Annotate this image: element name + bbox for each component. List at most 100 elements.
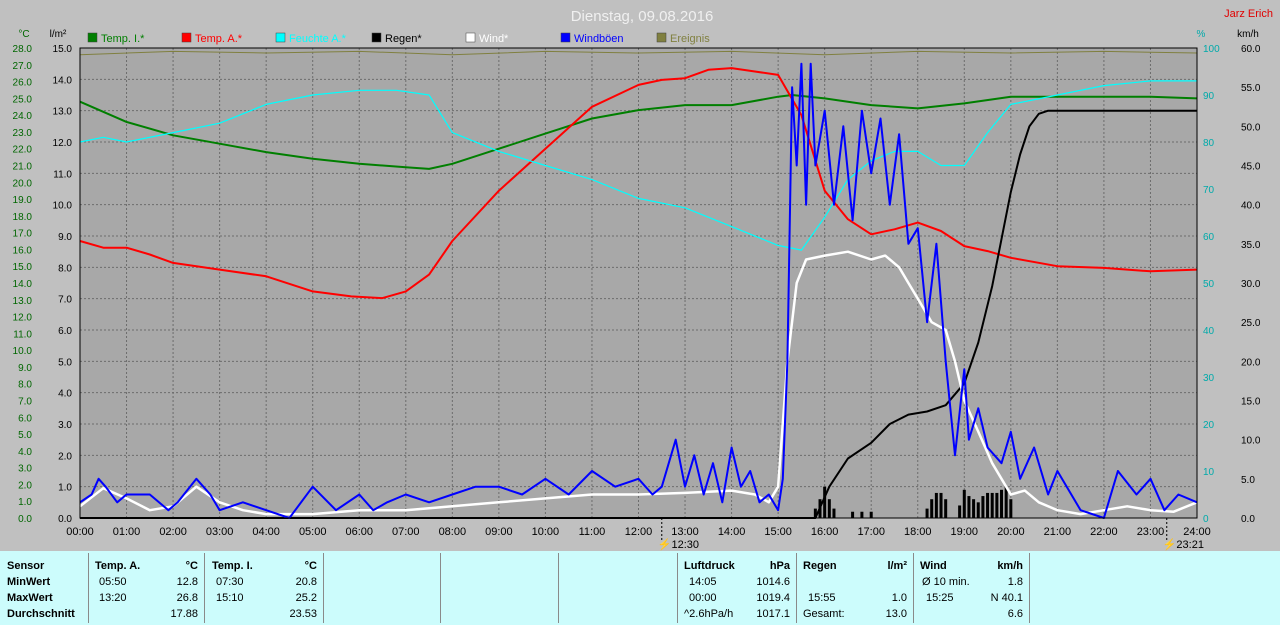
x-tick-label: 13:00 [671,526,699,538]
rain-tick-label: 7.0 [58,295,72,306]
temp-tick-label: 1.0 [18,497,32,508]
temp-tick-label: 9.0 [18,363,32,374]
rain-unit-label: l/m² [50,29,67,40]
temp-tick-label: 16.0 [13,245,33,256]
x-tick-label: 02:00 [159,526,187,538]
temp-tick-label: 6.0 [18,413,32,424]
x-tick-label: 10:00 [532,526,560,538]
pressure-min-time: 14:05 [689,576,717,588]
min-row-label: MinWert [7,576,51,588]
legend: Temp. I.* Temp. A.* Feuchte A.* Regen* Wind*… [87,32,710,45]
legend-label: Windböen [574,33,624,45]
sensor-column: Sensor MinWert MaxWert Durchschnitt [0,553,89,623]
pressure-min-value: 1014.6 [756,576,790,588]
rain-tick-label: 9.0 [58,232,72,243]
rain-bar [986,492,990,518]
temp-unit-label: °C [18,29,29,40]
rain-total-label: Gesamt: [803,608,845,620]
legend-swatch [465,32,476,43]
x-tick-label: 21:00 [1044,526,1072,538]
max-row-label: MaxWert [7,592,53,604]
x-tick-label: 19:00 [951,526,979,538]
wind-tick-label: 25.0 [1241,318,1261,329]
temp-i-title: Temp. I. [212,560,253,572]
empty-column-2 [441,553,559,623]
wind-unit: km/h [997,560,1023,572]
temp-tick-label: 19.0 [13,195,33,206]
temp-a-min-value: 12.8 [176,576,198,588]
temp-a-max-value: 26.8 [176,592,198,604]
empty-column-1 [324,553,441,623]
rain-bar [1000,489,1004,518]
wind-tick-label: 45.0 [1241,162,1261,173]
temp-tick-label: 25.0 [13,94,33,105]
humidity-tick-label: 30 [1203,373,1215,384]
temp-tick-label: 24.0 [13,111,33,122]
legend-label: Feuchte A.* [289,33,347,45]
rain-tick-label: 8.0 [58,263,72,274]
rain-bar [827,499,831,518]
event-marker-label: ⚡12:30 [658,538,699,551]
rain-bar [990,492,994,518]
rain-max-time: 15:55 [808,592,836,604]
temp-tick-label: 3.0 [18,464,32,475]
rain-bar [851,511,855,518]
avg-row-label: Durchschnitt [7,608,75,620]
x-tick-label: 11:00 [579,526,606,538]
temp-tick-label: 8.0 [18,380,32,391]
x-tick-label: 03:00 [206,526,234,538]
legend-swatch [275,32,286,43]
chart-title: Dienstag, 09.08.2016 [571,8,714,25]
x-tick-label: 24:00 [1183,526,1211,538]
wind-max-value: N 40.1 [990,592,1023,604]
rain-bar [962,489,966,518]
rain-bar [995,492,999,518]
pressure-max-value: 1019.4 [756,592,790,604]
x-tick-label: 12:00 [625,526,653,538]
wind-tick-label: 55.0 [1241,83,1261,94]
wind-avg: 6.6 [1007,608,1023,620]
temp-tick-label: 22.0 [13,145,33,156]
humidity-tick-label: 0 [1203,514,1209,525]
humidity-tick-label: 100 [1203,44,1220,55]
pressure-column: Luftdruck hPa 14:05 1014.6 00:00 1019.4 … [678,553,797,623]
humidity-tick-label: 60 [1203,232,1215,243]
temp-i-column: Temp. I. °C 07:30 20.8 15:10 25.2 23.53 [205,553,324,623]
wind-tick-label: 40.0 [1241,201,1261,212]
rain-bar [976,502,980,518]
x-tick-label: 17:00 [857,526,885,538]
temp-a-avg: 17.88 [170,608,198,620]
rain-title: Regen [803,560,837,572]
humidity-tick-label: 80 [1203,138,1215,149]
rain-bar [981,496,985,518]
legend-label: Regen* [385,33,422,45]
wind-tick-label: 0.0 [1241,514,1255,525]
humidity-tick-label: 20 [1203,420,1215,431]
x-tick-label: 07:00 [392,526,420,538]
wind-unit-label: km/h [1237,29,1259,40]
x-tick-label: 18:00 [904,526,932,538]
pressure-title: Luftdruck [684,560,735,572]
temp-tick-label: 14.0 [13,279,33,290]
rain-tick-label: 3.0 [58,420,72,431]
wind-tick-label: 50.0 [1241,122,1261,133]
temp-i-max-value: 25.2 [295,592,317,604]
rain-bar [1009,499,1013,518]
legend-label: Ereignis [670,33,710,45]
legend-label: Wind* [479,33,509,45]
rain-max-value: 1.0 [891,592,907,604]
legend-label: Temp. A.* [195,33,243,45]
temp-tick-label: 26.0 [13,78,33,89]
wind-avg10: 1.8 [1007,576,1023,588]
rain-bar [944,499,948,518]
rain-bar [832,508,836,518]
legend-swatch [560,32,571,43]
humidity-tick-label: 70 [1203,185,1215,196]
temp-i-max-time: 15:10 [216,592,244,604]
rain-tick-label: 5.0 [58,357,72,368]
rain-tick-label: 1.0 [58,483,72,494]
temp-tick-label: 20.0 [13,178,33,189]
wind-tick-label: 20.0 [1241,357,1261,368]
weather-chart: 00:00 01:00 02:00 03:00 04:00 05:00 06:00 07:00… [13,8,1273,551]
humidity-tick-label: 90 [1203,91,1215,102]
